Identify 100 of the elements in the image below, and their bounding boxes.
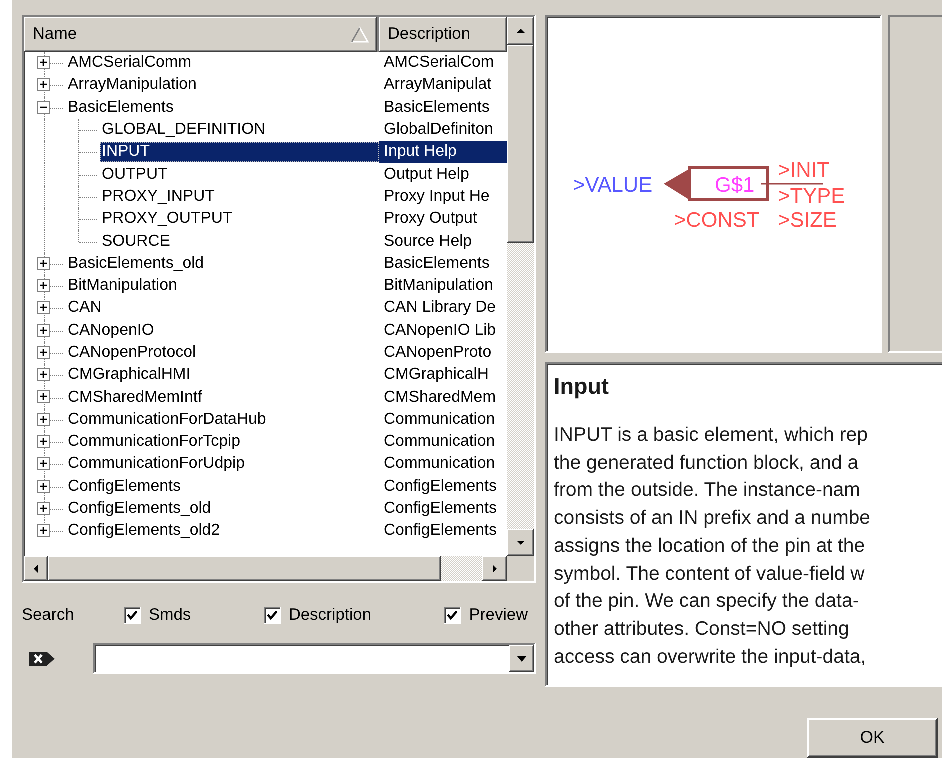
tree-item[interactable]: CAN xyxy=(66,298,104,318)
pin-value-label: >VALUE xyxy=(573,174,653,197)
description-cell-text: CMGraphicalH xyxy=(383,365,490,386)
search-label: Search xyxy=(21,606,76,624)
up-arrow-icon xyxy=(516,29,524,33)
description-cell-text: CANopenProto xyxy=(383,343,493,363)
description-cell-text: BasicElements xyxy=(383,98,491,118)
scroll-up-button[interactable] xyxy=(507,17,534,45)
attribute-label: >TYPE xyxy=(778,185,846,208)
checkbox-label[interactable]: Preview xyxy=(469,606,528,624)
expand-icon[interactable] xyxy=(37,56,50,69)
help-text-line: other attributes. Const=NO setting xyxy=(554,616,850,642)
description-cell-text: Proxy Input He xyxy=(383,186,491,207)
tree-item[interactable]: SOURCE xyxy=(100,232,172,252)
tree-item[interactable]: CommunicationForDataHub xyxy=(66,410,268,430)
description-cell-text: Source Help xyxy=(383,232,474,252)
description-cell-text: ArrayManipulat xyxy=(383,75,493,96)
help-text-line: INPUT is a basic element, which rep xyxy=(554,423,868,448)
tree-item[interactable]: GLOBAL_DEFINITION xyxy=(100,120,268,140)
help-text-line: the generated function block, and a xyxy=(554,450,859,476)
tree-item[interactable]: AMCSerialComm xyxy=(66,53,194,74)
tree-item[interactable]: ConfigElements_old xyxy=(66,499,214,520)
tree-item[interactable]: CANopenProtocol xyxy=(66,343,198,363)
expand-icon[interactable] xyxy=(37,502,50,515)
checkbox-label[interactable]: Description xyxy=(288,606,372,624)
description-cell: Input Help xyxy=(379,141,507,164)
description-cell-text: ConfigElements xyxy=(383,499,498,520)
attribute-label: >INIT xyxy=(778,159,830,182)
checkbox-label[interactable]: Smds xyxy=(149,606,192,624)
dropdown-button[interactable] xyxy=(509,645,534,672)
collapse-icon[interactable] xyxy=(37,100,50,114)
tree-item[interactable]: OUTPUT xyxy=(100,164,170,185)
expand-icon[interactable] xyxy=(37,524,50,538)
description-cell-text: BitManipulation xyxy=(383,276,494,296)
description-cell-text: CMSharedMem xyxy=(383,388,498,408)
tree-item[interactable]: BasicElements_old xyxy=(66,254,206,274)
expand-icon[interactable] xyxy=(37,368,50,382)
description-cell-text: CANopenIO Lib xyxy=(383,320,498,341)
tree-item[interactable]: ArrayManipulation xyxy=(66,75,199,96)
description-cell-text: Communication xyxy=(383,410,496,430)
description-cell-text: Communication xyxy=(383,454,496,474)
help-text-line: of the pin. We can specify the data- xyxy=(554,589,860,614)
left-arrow-icon xyxy=(34,564,38,572)
description-cell-text: Output Help xyxy=(383,164,470,185)
column-header[interactable]: Name xyxy=(24,17,377,52)
description-cell-text: ConfigElements xyxy=(383,476,498,497)
tree-item[interactable]: CANopenIO xyxy=(66,320,156,341)
expand-icon[interactable] xyxy=(37,435,50,448)
expand-icon[interactable] xyxy=(37,412,50,426)
checkbox[interactable] xyxy=(264,606,281,624)
description-cell-text: AMCSerialCom xyxy=(383,53,496,74)
scroll-right-button[interactable] xyxy=(482,556,507,581)
tree-item[interactable]: CommunicationForTcpip xyxy=(66,432,243,452)
tree-item[interactable]: BitManipulation xyxy=(66,276,180,296)
instance-name: G$1 xyxy=(715,174,755,197)
tree-item[interactable]: ConfigElements_old2 xyxy=(66,521,222,542)
attribute-label: >CONST xyxy=(674,209,760,232)
scrollbar-corner xyxy=(507,556,534,581)
search-field[interactable] xyxy=(92,643,536,674)
scrollbar-thumb[interactable] xyxy=(507,45,534,243)
attribute-label: >SIZE xyxy=(778,209,837,232)
scrollbar-thumb[interactable] xyxy=(48,556,441,581)
tree-item[interactable]: CommunicationForUdpip xyxy=(66,454,247,474)
description-cell-text: GlobalDefiniton xyxy=(383,120,494,140)
description-cell-text: ConfigElements xyxy=(383,521,498,542)
down-arrow-icon xyxy=(516,540,524,544)
help-title: Input xyxy=(554,373,610,401)
expand-icon[interactable] xyxy=(37,457,50,470)
checkbox[interactable] xyxy=(124,606,141,624)
description-cell-text: Proxy Output xyxy=(383,209,478,230)
tree-item[interactable]: CMSharedMemIntf xyxy=(66,388,204,408)
help-text-line: symbol. The content of value-field w xyxy=(554,562,865,587)
tree-item[interactable]: INPUT xyxy=(100,142,379,162)
column-header[interactable]: Description xyxy=(379,17,507,52)
expand-icon[interactable] xyxy=(37,390,50,404)
scroll-left-button[interactable] xyxy=(24,556,48,581)
expand-icon[interactable] xyxy=(37,256,50,270)
tree-item[interactable]: ConfigElements xyxy=(66,476,183,497)
help-text-line: consists of an IN prefix and a numbe xyxy=(554,506,871,532)
expand-icon[interactable] xyxy=(37,78,50,92)
scroll-down-button[interactable] xyxy=(507,529,534,556)
caret-icon xyxy=(516,654,528,662)
checkbox[interactable] xyxy=(444,606,462,624)
expand-icon[interactable] xyxy=(37,480,50,493)
help-text-line: access can overwrite the input-data, xyxy=(554,644,866,670)
tree-item[interactable]: PROXY_OUTPUT xyxy=(100,209,235,230)
description-cell-text: Communication xyxy=(383,432,496,452)
expand-icon[interactable] xyxy=(37,346,50,359)
tree-item[interactable]: BasicElements xyxy=(66,98,176,118)
expand-icon[interactable] xyxy=(37,324,50,337)
description-cell-text: BasicElements xyxy=(383,254,491,274)
description-cell-text: CAN Library De xyxy=(383,298,498,318)
tree-item[interactable]: PROXY_INPUT xyxy=(100,186,217,207)
right-arrow-icon xyxy=(492,564,496,572)
expand-icon[interactable] xyxy=(37,278,50,292)
help-text-line: assigns the location of the pin at the xyxy=(554,534,866,559)
ok-button[interactable]: OK xyxy=(807,718,938,758)
tree-item[interactable]: CMGraphicalHMI xyxy=(66,365,193,386)
expand-icon[interactable] xyxy=(37,301,50,314)
help-text-line: from the outside. The instance-nam xyxy=(554,478,860,504)
